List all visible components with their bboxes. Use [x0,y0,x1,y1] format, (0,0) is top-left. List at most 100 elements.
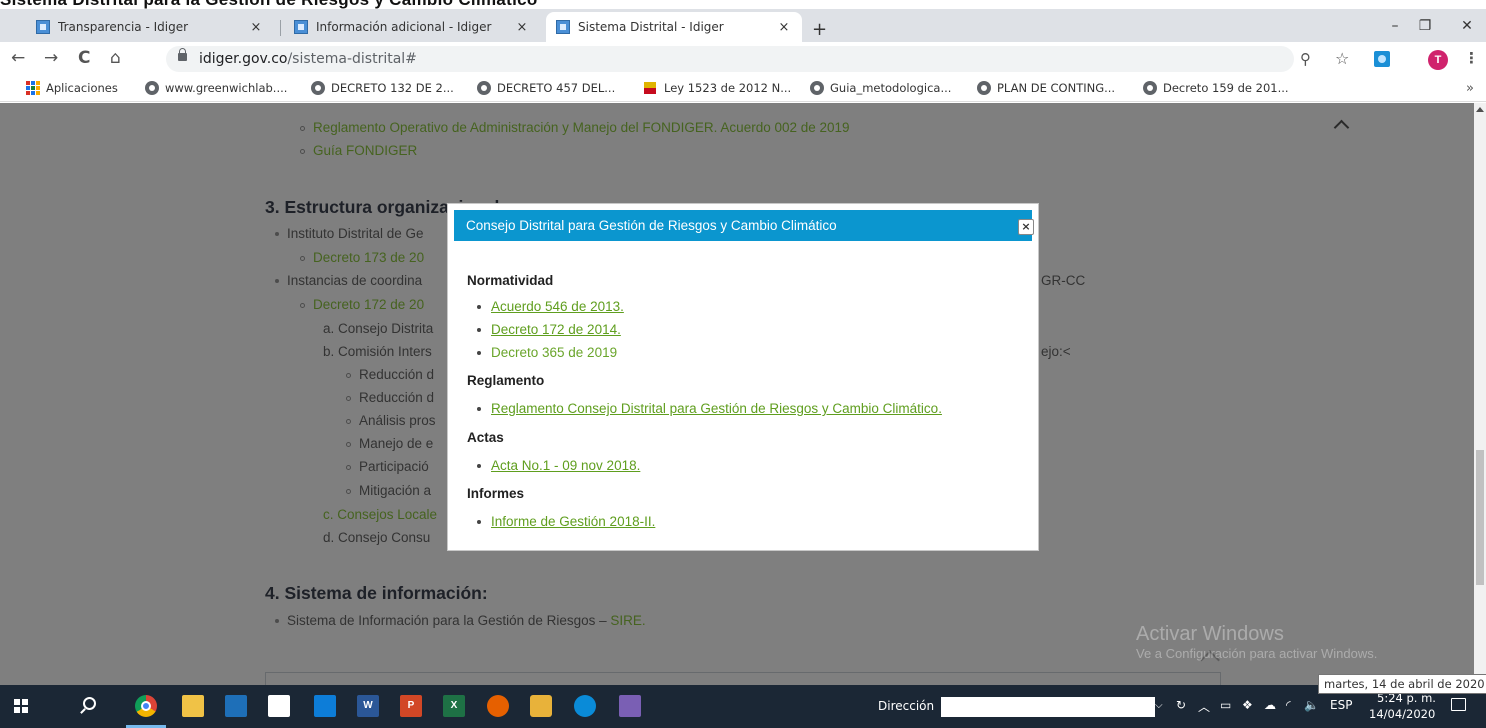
show-hidden-icons-icon[interactable]: ︿ [1198,698,1210,715]
decreto-172-link[interactable]: Decreto 172 de 2014. [477,322,621,337]
language-indicator[interactable]: ESP [1330,698,1352,712]
bookmark-label: DECRETO 132 DE 2... [331,81,454,95]
browser-tab-bar: Transparencia - Idiger × Información adi… [0,9,1486,42]
reload-icon[interactable]: C [78,48,90,68]
bookmark-label: Guia_metodologica... [830,81,952,95]
windows-taskbar: W P X Dirección ⌵ ↻ ︿ ▭ ❖ ☁ ◜ 🔈 ESP 5:24… [0,685,1486,728]
idiger-favicon-icon [294,20,308,34]
restore-button[interactable]: ❐ [1402,18,1448,34]
link-text: Informe de Gestión 2018-II. [491,514,656,529]
file-explorer-icon[interactable] [182,695,204,717]
tab-informacion-adicional[interactable]: Información adicional - Idiger × [284,12,540,42]
forward-arrow-icon[interactable]: → [44,48,58,68]
clock-date[interactable]: 14/04/2020 [1369,707,1435,721]
bookmarks-overflow-icon[interactable]: » [1466,81,1474,96]
edge-icon[interactable] [574,695,596,717]
mail-icon[interactable] [314,695,336,717]
paint-icon[interactable] [530,695,552,717]
close-window-button[interactable]: ✕ [1444,18,1486,34]
section-heading-actas: Actas [467,430,504,445]
store-icon[interactable] [268,695,290,717]
section-heading-informes: Informes [467,486,525,501]
idiger-favicon-icon [556,20,570,34]
modal-header: Consejo Distrital para Gestión de Riesgo… [454,210,1034,241]
zoom-icon[interactable]: ⚲ [1300,50,1311,68]
bookmark-item[interactable]: www.greenwichlab.... [145,81,287,95]
bookmark-item[interactable]: DECRETO 457 DEL... [477,81,615,95]
battery-icon[interactable]: ▭ [1220,698,1231,712]
word-icon[interactable]: W [357,695,379,717]
chevron-down-icon[interactable]: ⌵ [1155,700,1163,711]
bookmark-item[interactable]: Guia_metodologica... [810,81,951,95]
item-text: Decreto 365 de 2019 [491,345,618,360]
scroll-up-arrow-icon[interactable] [1476,107,1484,112]
close-tab-icon[interactable]: × [514,20,530,35]
new-tab-button[interactable]: + [812,19,827,40]
bookmark-label: DECRETO 457 DEL... [497,81,616,95]
tab-sistema-distrital[interactable]: Sistema Distrital - Idiger × [546,12,802,42]
bookmark-apps[interactable]: Aplicaciones [26,81,118,95]
back-arrow-icon[interactable]: ← [11,48,25,68]
url-text[interactable]: idiger.gov.co/sistema-distrital# [199,51,417,67]
globe-icon [477,81,491,95]
browser-menu-icon[interactable]: ⋮ [1464,49,1479,67]
bullet-icon [477,351,481,356]
bullet-icon [477,407,481,412]
globe-icon [977,81,991,95]
wifi-icon[interactable]: ◜ [1286,698,1291,712]
cropped-caption: Sistema Distrital para la Gestión de Rie… [0,0,1486,9]
date-tooltip: martes, 14 de abril de 2020 [1318,674,1486,694]
firefox-icon[interactable] [487,695,509,717]
address-toolbar: ← → C ⌂ idiger.gov.co/sistema-distrital#… [0,42,1486,76]
extension-icon[interactable] [1374,51,1390,67]
modal-close-button[interactable]: × [1018,219,1034,235]
app-icon[interactable] [619,695,641,717]
bookmark-item[interactable]: Ley 1523 de 2012 N... [644,81,791,95]
powerpoint-icon[interactable]: P [400,695,422,717]
bookmark-item[interactable]: PLAN DE CONTING... [977,81,1115,95]
link-text: Acuerdo 546 de 2013. [491,299,624,314]
tab-transparencia[interactable]: Transparencia - Idiger × [26,12,274,42]
globe-icon [810,81,824,95]
refresh-icon[interactable]: ↻ [1176,698,1186,712]
notification-center-icon[interactable] [1451,698,1466,711]
bookmarks-bar: Aplicaciones www.greenwichlab.... DECRET… [0,76,1486,102]
scrollbar-thumb[interactable] [1476,450,1484,585]
informe-gestion-link[interactable]: Informe de Gestión 2018-II. [477,514,655,529]
link-text: Decreto 172 de 2014. [491,322,621,337]
acta-1-link[interactable]: Acta No.1 - 09 nov 2018. [477,458,640,473]
lock-icon[interactable] [178,48,187,61]
acuerdo-546-link[interactable]: Acuerdo 546 de 2013. [477,299,624,314]
globe-icon [1143,81,1157,95]
bookmark-item[interactable]: DECRETO 132 DE 2... [311,81,454,95]
close-tab-icon[interactable]: × [248,20,264,35]
reglamento-link[interactable]: Reglamento Consejo Distrital para Gestió… [477,401,942,416]
bookmark-item[interactable]: Decreto 159 de 201... [1143,81,1289,95]
close-tab-icon[interactable]: × [776,20,792,35]
home-icon[interactable]: ⌂ [110,48,121,68]
profile-avatar[interactable]: T [1428,50,1448,70]
link-text: Acta No.1 - 09 nov 2018. [491,458,641,473]
bookmark-label: Decreto 159 de 201... [1163,81,1289,95]
search-icon[interactable] [83,697,96,710]
dropbox-icon[interactable]: ❖ [1242,698,1253,712]
bullet-icon [477,328,481,333]
media-player-icon[interactable] [225,695,247,717]
excel-icon[interactable]: X [443,695,465,717]
decreto-365-item: Decreto 365 de 2019 [477,345,617,360]
link-text: Reglamento Consejo Distrital para Gestió… [491,401,942,416]
consejo-distrital-modal: Consejo Distrital para Gestión de Riesgo… [447,203,1039,551]
bullet-icon [477,520,481,525]
address-toolbar-input[interactable] [941,697,1155,717]
section-heading-reglamento: Reglamento [467,373,545,388]
page-scrollbar[interactable] [1474,103,1486,685]
volume-icon[interactable]: 🔈 [1304,698,1319,712]
bookmark-star-icon[interactable]: ☆ [1335,49,1349,68]
bookmark-label: Ley 1523 de 2012 N... [664,81,792,95]
chrome-icon[interactable] [135,695,157,717]
windows-start-icon[interactable] [14,699,28,713]
bullet-icon [477,464,481,469]
tab-title: Información adicional - Idiger [316,20,492,34]
url-path: /sistema-distrital# [287,51,417,67]
onedrive-icon[interactable]: ☁ [1264,698,1276,712]
